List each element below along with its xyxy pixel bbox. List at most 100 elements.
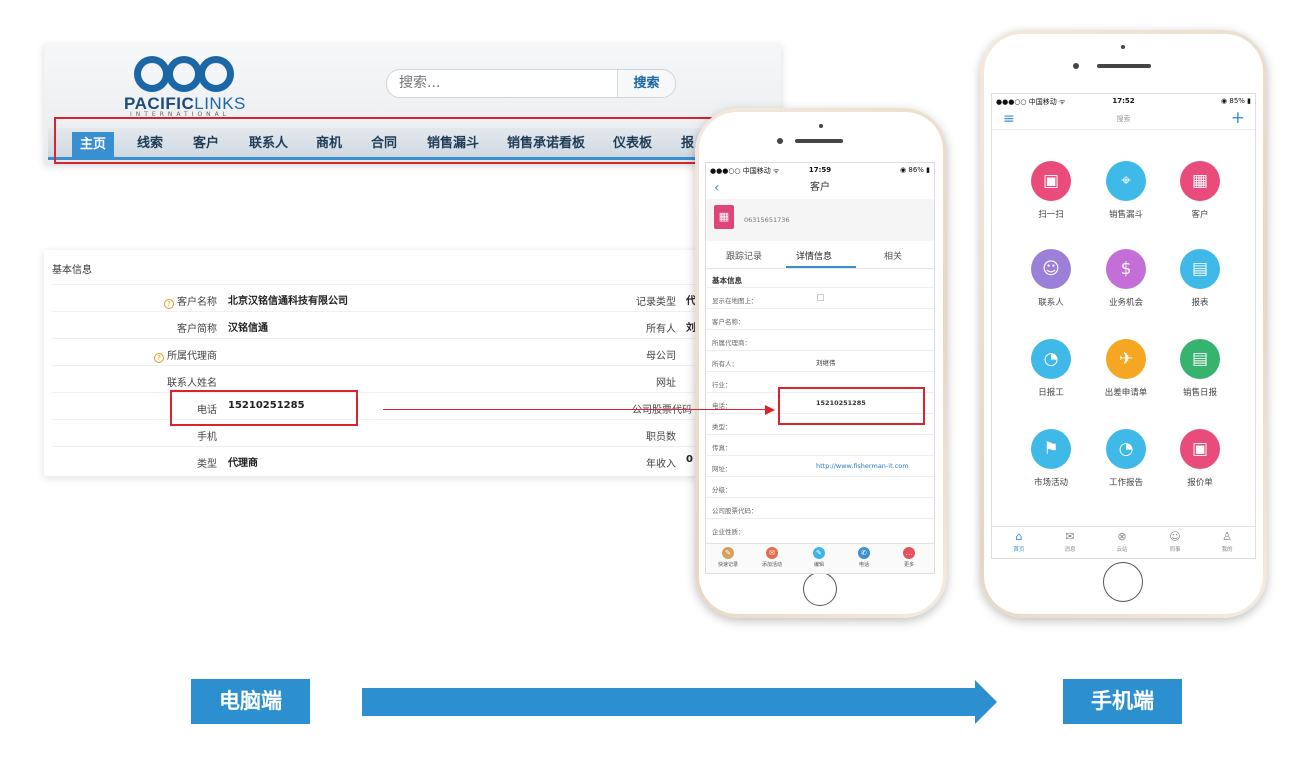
phone-camera-icon	[1073, 63, 1079, 69]
title-bar: ‹ 客户	[706, 177, 934, 199]
app-campaigns[interactable]: ⚑ 市场活动	[1016, 429, 1086, 488]
info-right-label: 网址	[656, 378, 676, 389]
info-right-value: 0	[686, 454, 693, 465]
info-right-label: 职员数	[646, 432, 676, 443]
tab-details[interactable]: 详情信息	[796, 249, 832, 262]
search-field[interactable]: 搜索	[992, 114, 1255, 124]
travel-icon: ✈	[1106, 339, 1146, 379]
activity-icon: ✉	[766, 547, 778, 559]
field-key: 行业：	[712, 381, 732, 389]
phone-frame-home: ●●●○○ 中国移动 ᯤ 17:52 ◉ 85% ▮ ≡ 搜索 + ▣ 扫一扫 ⌖…	[980, 30, 1267, 618]
red-arrow	[383, 409, 767, 410]
app-opportunities[interactable]: $ 业务机会	[1091, 249, 1161, 308]
battery-indicator: ◉ 85% ▮	[1221, 97, 1251, 105]
field-row: 分级：	[706, 476, 934, 497]
phone-field-highlight-mobile	[778, 387, 925, 425]
field-row: 所有人： 刘继伟	[706, 350, 934, 371]
phone-speaker	[1097, 64, 1151, 68]
info-row: 联系人姓名 网址	[52, 365, 704, 392]
call-button[interactable]: ✆ 电话	[849, 547, 879, 568]
field-key: 分级：	[712, 486, 732, 494]
phone-icon: ✆	[858, 547, 870, 559]
app-sales-daily[interactable]: ▤ 销售日报	[1165, 339, 1235, 398]
info-label: ? 所属代理商	[154, 347, 217, 363]
field-key: 公司股票代码：	[712, 507, 758, 515]
app-quotes[interactable]: ▣ 报价单	[1165, 429, 1235, 488]
info-right-label: 记录类型	[636, 297, 676, 308]
campaign-icon: ⚑	[1031, 429, 1071, 469]
field-key: 所属代理商：	[712, 339, 751, 347]
phone-body: ●●●○○ 中国移动 ᯤ 17:52 ◉ 85% ▮ ≡ 搜索 + ▣ 扫一扫 ⌖…	[984, 34, 1263, 614]
help-icon[interactable]: ?	[164, 299, 174, 309]
tab-cloud[interactable]: ⊗ 云站	[1102, 531, 1142, 554]
back-icon[interactable]: ‹	[714, 177, 720, 199]
search-button[interactable]: 搜索	[617, 70, 675, 97]
tab-messages[interactable]: ✉ 消息	[1050, 531, 1090, 554]
bottom-tab-bar: ⌂ 首页 ✉ 消息 ⊗ 云站 ☺ 同事 ♙ 我的	[992, 526, 1255, 558]
report-icon: ▤	[1180, 249, 1220, 289]
app-sales-funnel[interactable]: ⌖ 销售漏斗	[1091, 161, 1161, 220]
add-activity-button[interactable]: ✉ 添加活动	[757, 547, 787, 568]
contact-icon: ☺	[1031, 249, 1071, 289]
work-report-icon: ◔	[1106, 429, 1146, 469]
info-right-label: 所有人	[646, 324, 676, 335]
phone-sensor	[819, 124, 823, 128]
scan-icon: ▣	[1031, 161, 1071, 201]
app-work-report[interactable]: ◔ 工作报告	[1091, 429, 1161, 488]
more-button[interactable]: … 更多	[894, 547, 924, 568]
app-contacts[interactable]: ☺ 联系人	[1016, 249, 1086, 308]
info-right-label: 年收入	[646, 459, 676, 470]
quick-record-button[interactable]: ✎ 快速记录	[713, 547, 743, 568]
desktop-label: 电脑端	[191, 679, 310, 724]
field-key: 客户名称：	[712, 318, 745, 326]
field-key: 显示在地图上：	[712, 297, 758, 305]
home-button[interactable]	[1103, 562, 1143, 602]
field-key: 类型：	[712, 423, 732, 431]
tab-colleagues[interactable]: ☺ 同事	[1155, 531, 1195, 554]
app-reports[interactable]: ▤ 报表	[1165, 249, 1235, 308]
more-icon: …	[903, 547, 915, 559]
tab-related[interactable]: 相关	[884, 249, 902, 262]
field-row: 传真：	[706, 434, 934, 455]
edit-icon: ✎	[813, 547, 825, 559]
quote-icon: ▣	[1180, 429, 1220, 469]
app-travel-request[interactable]: ✈ 出差申请单	[1091, 339, 1161, 398]
money-bag-icon: $	[1106, 249, 1146, 289]
phone-screen-home: ●●●○○ 中国移动 ᯤ 17:52 ◉ 85% ▮ ≡ 搜索 + ▣ 扫一扫 ⌖…	[991, 93, 1256, 559]
info-row: 电话 15210251285 公司股票代码	[52, 392, 704, 419]
active-tab-indicator	[786, 266, 856, 268]
search-input[interactable]	[399, 75, 599, 91]
tab-home[interactable]: ⌂ 首页	[999, 531, 1039, 554]
info-row: ? 所属代理商 母公司	[52, 338, 704, 365]
info-value: 汉铭信通	[228, 323, 268, 334]
field-row: 所属代理商：	[706, 329, 934, 350]
field-row: 客户名称：	[706, 308, 934, 329]
tab-me[interactable]: ♙ 我的	[1207, 531, 1247, 554]
basic-info-title: 基本信息	[52, 265, 92, 276]
app-daily-work[interactable]: ◔ 日报工	[1016, 339, 1086, 398]
app-scan[interactable]: ▣ 扫一扫	[1016, 161, 1086, 220]
map-checkbox[interactable]	[817, 294, 824, 301]
tab-tracking[interactable]: 跟踪记录	[726, 249, 762, 262]
phone-field-highlight-desktop	[170, 390, 358, 426]
battery-indicator: ◉ 86% ▮	[900, 166, 930, 174]
building-icon: ▦	[1180, 161, 1220, 201]
edit-button[interactable]: ✎ 编辑	[804, 547, 834, 568]
home-button[interactable]	[803, 572, 837, 606]
info-value: 北京汉铭信通科技有限公司	[228, 296, 348, 307]
app-customers[interactable]: ▦ 客户	[1165, 161, 1235, 220]
phone-body: ●●●○○ 中国移动 ᯤ 17:59 ◉ 86% ▮ ‹ 客户 ▦ 063156…	[699, 112, 943, 614]
add-icon[interactable]: +	[1231, 108, 1245, 128]
blue-arrow	[362, 688, 976, 716]
field-key: 传真：	[712, 444, 732, 452]
field-value: 刘继伟	[816, 359, 836, 367]
info-label: 客户简称	[177, 324, 217, 335]
website-link[interactable]: http://www.fisherman-it.com	[816, 462, 909, 470]
search-box: 搜索	[386, 69, 676, 98]
field-row: 网址： http://www.fisherman-it.com	[706, 455, 934, 476]
info-label: ? 客户名称	[164, 293, 217, 309]
help-icon[interactable]: ?	[154, 353, 164, 363]
field-row: 企业性质：	[706, 518, 934, 539]
field-row: 显示在地图上：	[706, 287, 934, 308]
quick-record-icon: ✎	[722, 547, 734, 559]
